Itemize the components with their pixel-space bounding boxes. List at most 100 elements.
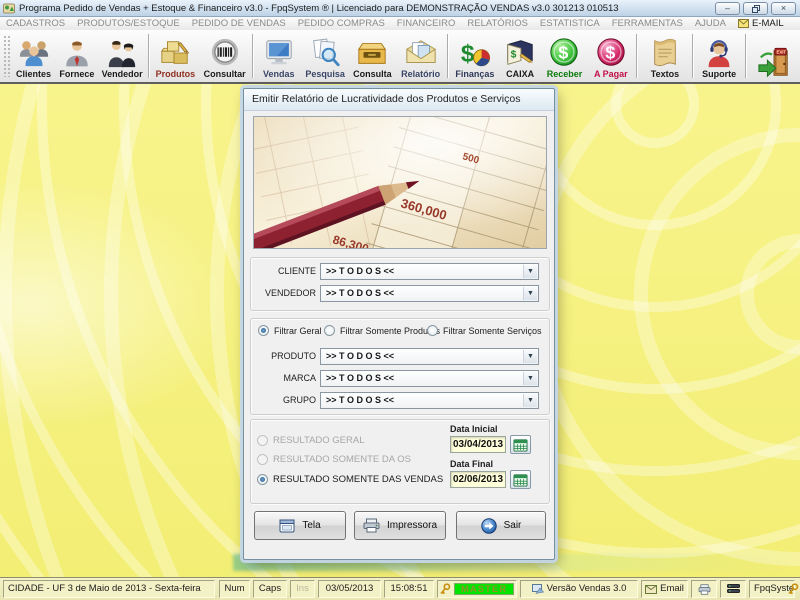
impressora-button[interactable]: Impressora — [354, 511, 446, 540]
svg-text:$: $ — [511, 50, 517, 61]
status-time: 15:08:51 — [384, 580, 434, 598]
toolbar-item-vendedor[interactable]: Vendedor — [99, 30, 146, 82]
close-button[interactable]: × — [771, 2, 796, 15]
radio-filtrar-somente-produtos[interactable]: Filtrar Somente Produtos — [324, 325, 440, 336]
screen-icon — [279, 519, 295, 533]
cliente-dropdown[interactable]: >> T O D O S << ▼ — [320, 263, 539, 280]
chevron-down-icon[interactable]: ▼ — [523, 394, 537, 407]
toolbar-item-vendas[interactable]: Vendas — [256, 30, 301, 82]
status-version-panel: Versão Vendas 3.0 — [520, 580, 638, 598]
status-email-button[interactable]: Email — [641, 580, 688, 598]
toolbar-item-suporte[interactable]: Suporte — [696, 30, 743, 82]
radio-dot — [324, 325, 335, 336]
toolbar-item-financas[interactable]: $ Finanças — [451, 30, 498, 82]
toolbar-item-exit[interactable]: EXIT — [749, 30, 800, 82]
radio-resultado-somente-vendas[interactable]: RESULTADO SOMENTE DAS VENDAS — [257, 474, 443, 485]
clients-icon — [17, 32, 51, 69]
toolbar-item-label: Vendas — [263, 69, 295, 80]
toolbar-item-produtos[interactable]: Produtos — [152, 30, 199, 82]
radio-filtrar-geral[interactable]: Filtrar Geral — [258, 325, 322, 336]
radio-label: RESULTADO GERAL — [273, 435, 365, 446]
toolbar-item-label: A Pagar — [594, 69, 628, 80]
sair-button-label: Sair — [504, 520, 522, 531]
radio-dot — [258, 325, 269, 336]
app-logo-icon — [3, 2, 15, 14]
toolbar-item-label: Finanças — [455, 69, 494, 80]
menu-estatistica[interactable]: ESTATISTICA — [534, 18, 606, 29]
toolbar-grip[interactable] — [3, 35, 12, 77]
minimize-button[interactable]: – — [715, 2, 740, 15]
svg-text:$: $ — [461, 40, 475, 67]
barcode-icon — [208, 32, 242, 69]
chevron-down-icon[interactable]: ▼ — [523, 287, 537, 300]
status-printer-button[interactable] — [691, 580, 717, 598]
data-final-field[interactable]: 02/06/2013 — [450, 471, 506, 488]
menu-cadastros[interactable]: CADASTROS — [0, 18, 71, 29]
toolbar-item-label: Consultar — [204, 69, 246, 80]
key-icon — [788, 583, 799, 595]
menu-ajuda[interactable]: AJUDA — [689, 18, 732, 29]
vendedor-value: >> T O D O S << — [326, 288, 394, 298]
menu-email[interactable]: E-MAIL — [732, 18, 790, 29]
toolbar-item-consultar[interactable]: Consultar — [199, 30, 250, 82]
menu-produtos-estoque[interactable]: PRODUTOS/ESTOQUE — [71, 18, 186, 29]
grupo-dropdown[interactable]: >> T O D O S << ▼ — [320, 392, 539, 409]
toolbar-item-a-pagar[interactable]: $ A Pagar — [587, 30, 634, 82]
archive-drawer-icon — [355, 32, 389, 69]
vendedor-label: VENDEDOR — [248, 285, 316, 302]
menu-email-label: E-MAIL — [752, 18, 784, 29]
toolbar-item-consulta[interactable]: Consulta — [349, 30, 396, 82]
toolbar-item-relatorio[interactable]: Relatório — [396, 30, 445, 82]
radio-label: Filtrar Geral — [274, 326, 322, 336]
toolbar-item-clientes[interactable]: Clientes — [12, 30, 55, 82]
vendedor-dropdown[interactable]: >> T O D O S << ▼ — [320, 285, 539, 302]
menu-financeiro[interactable]: FINANCEIRO — [391, 18, 462, 29]
cliente-value: >> T O D O S << — [326, 266, 394, 276]
restore-button[interactable] — [743, 2, 768, 15]
produto-dropdown[interactable]: >> T O D O S << ▼ — [320, 348, 539, 365]
calendar-icon — [513, 473, 528, 487]
toolbar-item-label: Consulta — [353, 69, 392, 80]
toolbar-item-label: Vendedor — [102, 69, 143, 80]
radio-label: RESULTADO SOMENTE DA OS — [273, 454, 411, 465]
toolbar-separator — [690, 30, 696, 82]
toolbar-item-label: Clientes — [16, 69, 51, 80]
exit-door-icon: EXIT — [755, 43, 793, 80]
data-inicial-field[interactable]: 03/04/2013 — [450, 436, 506, 453]
chevron-down-icon[interactable]: ▼ — [523, 372, 537, 385]
produto-value: >> T O D O S << — [326, 351, 394, 361]
dialog-titlebar[interactable]: Emitir Relatório de Lucratividade dos Pr… — [244, 89, 554, 111]
menu-pedido-vendas[interactable]: PEDIDO DE VENDAS — [186, 18, 292, 29]
window-titlebar[interactable]: Programa Pedido de Vendas + Estoque & Fi… — [0, 0, 800, 17]
toolbar-separator — [146, 30, 152, 82]
close-glyph: × — [781, 4, 786, 13]
chevron-down-icon[interactable]: ▼ — [523, 265, 537, 278]
toolbar-separator — [250, 30, 256, 82]
svg-text:EXIT: EXIT — [777, 50, 787, 55]
radio-label: Filtrar Somente Serviços — [443, 326, 542, 336]
menu-relatorios[interactable]: RELATÓRIOS — [461, 18, 534, 29]
radio-filtrar-somente-servicos[interactable]: Filtrar Somente Serviços — [427, 325, 542, 336]
toolbar-item-caixa[interactable]: $ CAIXA — [498, 30, 541, 82]
toolbar-separator — [743, 30, 749, 82]
marca-dropdown[interactable]: >> T O D O S << ▼ — [320, 370, 539, 387]
toolbar-item-pesquisa[interactable]: Pesquisa — [301, 30, 348, 82]
toolbar-item-fornece[interactable]: Fornece — [55, 30, 98, 82]
radio-resultado-geral[interactable]: RESULTADO GERAL — [257, 435, 365, 446]
menu-pedido-compras[interactable]: PEDIDO COMPRAS — [292, 18, 391, 29]
radio-resultado-somente-os[interactable]: RESULTADO SOMENTE DA OS — [257, 454, 411, 465]
chevron-down-icon[interactable]: ▼ — [523, 350, 537, 363]
status-network-button[interactable] — [720, 580, 746, 598]
toolbar-item-receber[interactable]: $ Receber — [542, 30, 587, 82]
sair-button[interactable]: Sair — [456, 511, 546, 540]
radio-dot — [257, 454, 268, 465]
status-date: 03/05/2013 — [318, 580, 381, 598]
tela-button[interactable]: Tela — [254, 511, 346, 540]
toolbar-item-textos[interactable]: Textos — [640, 30, 689, 82]
minimize-glyph: – — [725, 4, 730, 13]
parchment-icon — [650, 32, 680, 69]
radio-label: RESULTADO SOMENTE DAS VENDAS — [273, 474, 443, 485]
data-inicial-calendar-button[interactable] — [510, 435, 531, 454]
data-final-calendar-button[interactable] — [510, 470, 531, 489]
menu-ferramentas[interactable]: FERRAMENTAS — [606, 18, 689, 29]
